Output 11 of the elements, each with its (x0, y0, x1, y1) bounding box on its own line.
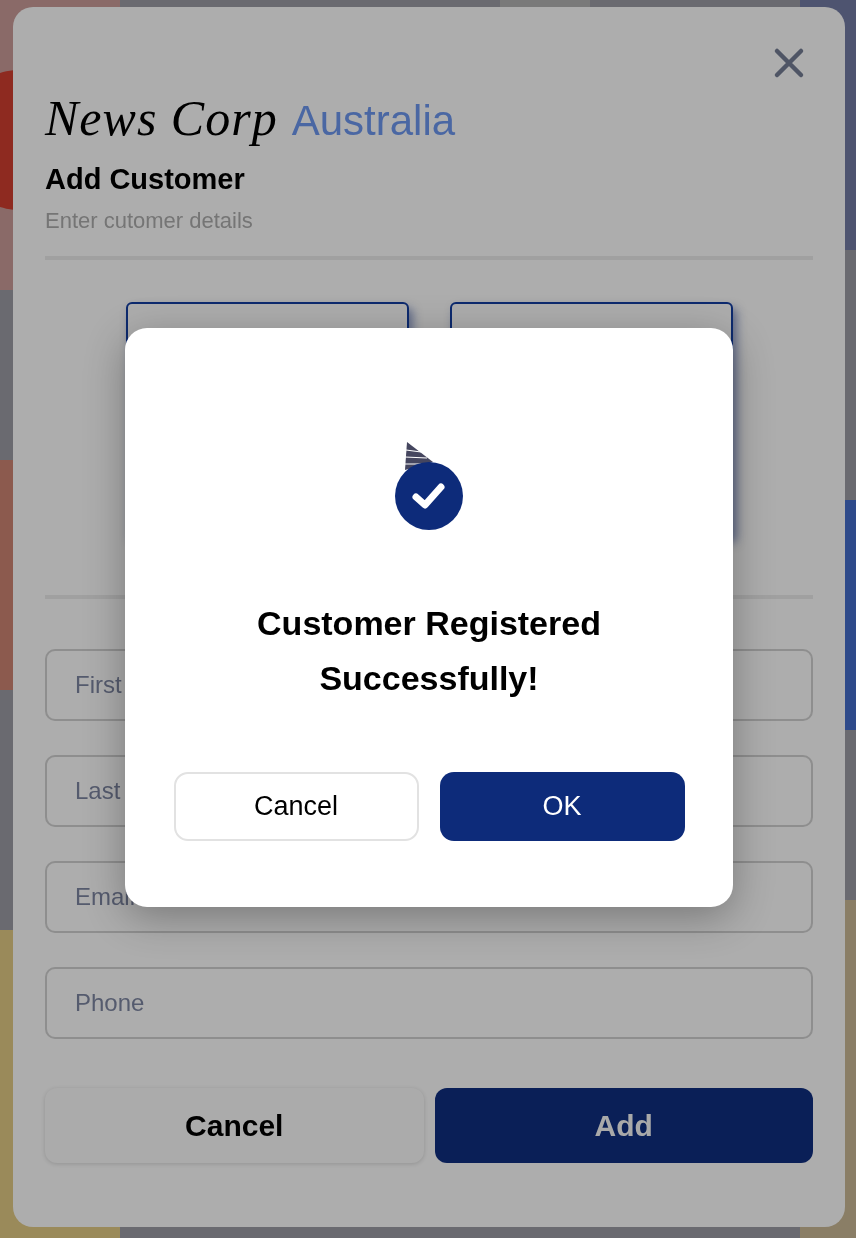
success-message: Customer Registered Successfully! (256, 603, 602, 699)
cancel-button[interactable]: Cancel (173, 772, 419, 841)
cancel-button[interactable]: Cancel (45, 1088, 424, 1163)
close-icon[interactable] (773, 47, 805, 79)
input-field[interactable]: Phone (45, 967, 813, 1039)
logo-script: News Corp (45, 89, 278, 147)
logo-region: Australia (291, 97, 456, 145)
form-subtitle: Enter cutomer details (45, 208, 254, 234)
form-title: Add Customer (45, 163, 246, 196)
ok-button[interactable]: OK (439, 772, 685, 841)
add-button[interactable]: Add (434, 1088, 813, 1163)
